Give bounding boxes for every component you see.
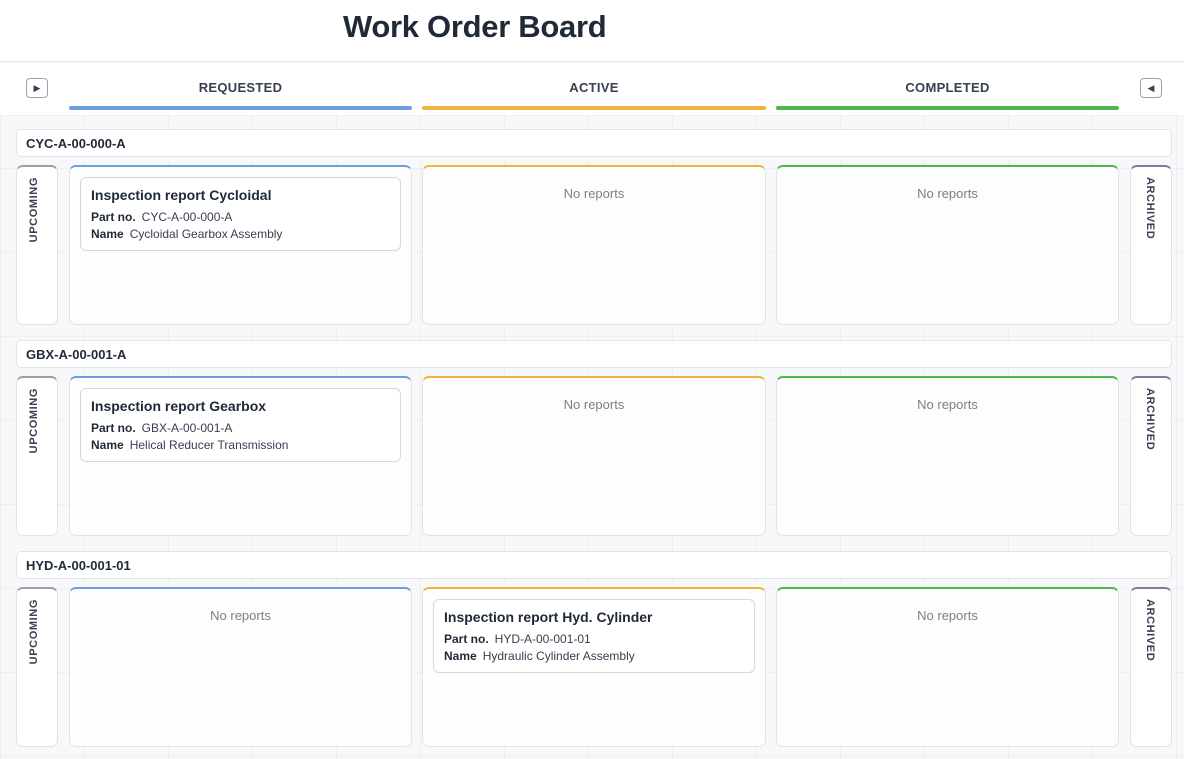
upcoming-label: UPCOMING [28,599,40,665]
empty-lane-text: No reports [563,397,625,412]
lane-requested: No reports [69,587,412,747]
report-card[interactable]: Inspection report Gearbox Part no. GBX-A-… [80,388,401,462]
expand-archived-button[interactable]: ◀ [1140,78,1162,98]
empty-lane-text: No reports [563,186,625,201]
card-name: Name Helical Reducer Transmission [91,437,390,454]
column-header-completed: COMPLETED [776,80,1119,110]
lane-completed: No reports [776,165,1119,325]
upcoming-column[interactable]: UPCOMING [16,587,58,747]
column-header-bar: ▶ REQUESTED ACTIVE COMPLETED ◀ [0,63,1184,116]
empty-lane-text: No reports [917,608,978,623]
name-value: Hydraulic Cylinder Assembly [482,649,635,663]
upcoming-label: UPCOMING [28,388,40,454]
report-card[interactable]: Inspection report Cycloidal Part no. CYC-… [80,177,401,251]
lane-completed: No reports [776,376,1119,536]
upcoming-label: UPCOMING [28,177,40,243]
play-left-icon: ◀ [1147,82,1155,93]
card-part-no: Part no. HYD-A-00-001-01 [444,631,744,648]
empty-lane-text: No reports [917,186,978,201]
card-name: Name Cycloidal Gearbox Assembly [91,226,390,243]
column-underline-active [422,106,766,110]
lane-active: No reports [422,376,766,536]
group-label: CYC-A-00-000-A [16,129,1172,157]
name-value: Helical Reducer Transmission [129,438,289,452]
card-name: Name Hydraulic Cylinder Assembly [444,648,744,665]
column-header-label: COMPLETED [905,80,990,95]
name-label: Name [91,438,124,452]
column-header-requested: REQUESTED [69,80,412,110]
empty-lane-text: No reports [917,397,978,412]
part-no-label: Part no. [91,210,136,224]
name-label: Name [91,227,124,241]
part-no-label: Part no. [444,632,489,646]
lane-active: No reports [422,165,766,325]
card-part-no: Part no. CYC-A-00-000-A [91,209,390,226]
page-title: Work Order Board [343,9,607,44]
part-no-value: HYD-A-00-001-01 [494,632,591,646]
play-right-icon: ▶ [33,82,41,93]
lane-completed: No reports [776,587,1119,747]
column-header-label: REQUESTED [198,80,283,95]
empty-lane-text: No reports [210,608,271,623]
lane-requested: Inspection report Gearbox Part no. GBX-A-… [69,376,412,536]
group-label: HYD-A-00-001-01 [16,551,1172,579]
report-card[interactable]: Inspection report Hyd. Cylinder Part no.… [433,599,755,673]
upcoming-column[interactable]: UPCOMING [16,376,58,536]
column-underline-completed [776,106,1119,110]
column-header-label: ACTIVE [569,80,619,95]
card-title: Inspection report Cycloidal [91,187,272,203]
expand-upcoming-button[interactable]: ▶ [26,78,48,98]
lane-requested: Inspection report Cycloidal Part no. CYC-… [69,165,412,325]
group-label: GBX-A-00-001-A [16,340,1172,368]
archived-column[interactable]: ARCHIVED [1130,376,1172,536]
part-no-value: CYC-A-00-000-A [141,210,233,224]
lane-active: Inspection report Hyd. Cylinder Part no.… [422,587,766,747]
upcoming-column[interactable]: UPCOMING [16,165,58,325]
part-no-label: Part no. [91,421,136,435]
card-title: Inspection report Gearbox [91,398,267,414]
name-label: Name [444,649,477,663]
name-value: Cycloidal Gearbox Assembly [129,227,283,241]
archived-label: ARCHIVED [1144,599,1156,662]
archived-label: ARCHIVED [1144,388,1156,451]
archived-column[interactable]: ARCHIVED [1130,165,1172,325]
column-header-active: ACTIVE [422,80,766,110]
archived-column[interactable]: ARCHIVED [1130,587,1172,747]
card-part-no: Part no. GBX-A-00-001-A [91,420,390,437]
page-header: Work Order Board [0,0,1184,62]
part-no-value: GBX-A-00-001-A [141,421,233,435]
archived-label: ARCHIVED [1144,177,1156,240]
card-title: Inspection report Hyd. Cylinder [444,609,653,625]
column-underline-requested [69,106,412,110]
